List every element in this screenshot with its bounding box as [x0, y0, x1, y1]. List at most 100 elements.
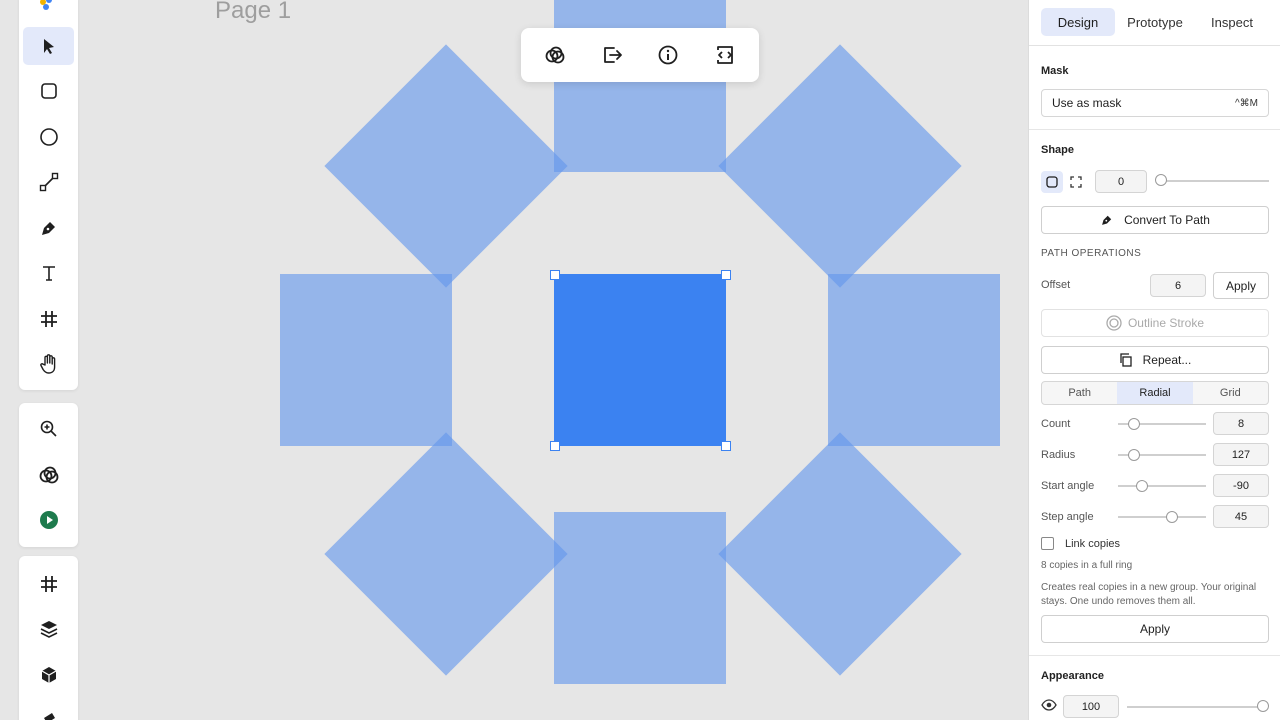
- repeat-mode-segmented: Path Radial Grid: [1041, 381, 1269, 405]
- radial-copy-bottom[interactable]: [554, 512, 726, 684]
- offset-field[interactable]: 6: [1150, 274, 1206, 297]
- start-angle-slider-knob[interactable]: [1136, 480, 1148, 492]
- convert-to-path-label: Convert To Path: [1124, 213, 1210, 227]
- offset-apply-button[interactable]: Apply: [1213, 272, 1269, 299]
- canvas[interactable]: Page 1: [0, 0, 1028, 720]
- hand-tool[interactable]: [23, 345, 74, 383]
- divider: [1029, 129, 1280, 130]
- eye-icon: [1041, 699, 1057, 711]
- frame-tool[interactable]: [23, 300, 74, 338]
- boolean-button[interactable]: [539, 39, 571, 71]
- outline-stroke-icon: [1106, 315, 1122, 331]
- corner-radius-slider[interactable]: [1157, 180, 1269, 182]
- corner-radius-slider-knob[interactable]: [1155, 174, 1167, 186]
- resize-handle-bottom-right[interactable]: [721, 441, 731, 451]
- link-copies-checkbox[interactable]: [1041, 537, 1054, 550]
- opacity-slider[interactable]: [1127, 706, 1263, 708]
- radius-field[interactable]: 127: [1213, 443, 1269, 466]
- corner-individual-toggle[interactable]: [1065, 171, 1087, 193]
- pen-tool[interactable]: [23, 209, 74, 247]
- selected-rectangle[interactable]: [554, 274, 726, 446]
- text-icon: [42, 266, 55, 281]
- layers-tool[interactable]: [23, 610, 74, 648]
- zoom-tool[interactable]: [23, 410, 74, 448]
- repeat-button[interactable]: Repeat...: [1041, 346, 1269, 374]
- offset-label: Offset: [1041, 279, 1071, 291]
- radial-copy-bottom-left[interactable]: [324, 432, 568, 676]
- convert-to-path-button[interactable]: Convert To Path: [1041, 206, 1269, 234]
- properties-panel: Design Prototype Inspect Mask Use as mas…: [1028, 0, 1280, 720]
- pen-icon: [41, 222, 55, 235]
- app-logo: [37, 0, 57, 19]
- step-angle-label: Step angle: [1041, 511, 1094, 523]
- tab-prototype[interactable]: Prototype: [1117, 8, 1193, 36]
- code-button[interactable]: [709, 39, 741, 71]
- tool-rail-tertiary: [19, 556, 78, 720]
- radial-copy-top[interactable]: [554, 0, 726, 172]
- play-tool[interactable]: [23, 501, 74, 539]
- cube-icon: [41, 667, 56, 683]
- repeat-mode-grid[interactable]: Grid: [1193, 382, 1268, 404]
- step-angle-field[interactable]: 45: [1213, 505, 1269, 528]
- zoom-in-icon: [40, 420, 57, 437]
- extra-tool[interactable]: [23, 701, 74, 720]
- start-angle-slider[interactable]: [1118, 485, 1206, 487]
- play-icon: [39, 511, 58, 529]
- ellipse-tool[interactable]: [23, 118, 74, 156]
- pointer-icon: [43, 39, 54, 54]
- rectangle-icon: [40, 83, 57, 99]
- repeat-description: Creates real copies in a new group. Your…: [1041, 582, 1257, 607]
- line-tool[interactable]: [23, 163, 74, 201]
- corner-radius-field[interactable]: 0: [1095, 170, 1147, 193]
- resize-handle-top-left[interactable]: [550, 270, 560, 280]
- radius-slider-knob[interactable]: [1128, 449, 1140, 461]
- ellipse-icon: [39, 128, 58, 146]
- components-tool[interactable]: [23, 656, 74, 694]
- radial-copy-left[interactable]: [280, 274, 452, 446]
- outline-stroke-button[interactable]: Outline Stroke: [1041, 309, 1269, 337]
- tool-rail-primary: [19, 0, 78, 390]
- appearance-section-title: Appearance: [1041, 670, 1104, 682]
- boolean-tool[interactable]: [23, 456, 74, 494]
- grid-tool[interactable]: [23, 565, 74, 603]
- copy-icon: [1119, 353, 1132, 367]
- step-angle-slider-knob[interactable]: [1166, 511, 1178, 523]
- radial-copy-right[interactable]: [828, 274, 1000, 446]
- tab-inspect[interactable]: Inspect: [1195, 8, 1269, 36]
- move-tool[interactable]: [23, 27, 74, 65]
- hash-icon: [40, 576, 57, 592]
- line-icon: [39, 172, 58, 192]
- count-slider-knob[interactable]: [1128, 418, 1140, 430]
- independent-corners-icon: [1070, 176, 1082, 188]
- resize-handle-top-right[interactable]: [721, 270, 731, 280]
- count-field[interactable]: 8: [1213, 412, 1269, 435]
- link-copies-label: Link copies: [1065, 538, 1121, 550]
- count-label: Count: [1041, 418, 1071, 430]
- frame-icon: [40, 311, 57, 327]
- tab-design[interactable]: Design: [1041, 8, 1115, 36]
- visibility-toggle[interactable]: [1041, 698, 1057, 717]
- opacity-field[interactable]: 100: [1063, 695, 1119, 718]
- repeat-apply-button[interactable]: Apply: [1041, 615, 1269, 643]
- radius-label: Radius: [1041, 449, 1076, 461]
- pen-icon: [1102, 215, 1112, 225]
- info-button[interactable]: [652, 39, 684, 71]
- repeat-mode-radial[interactable]: Radial: [1117, 382, 1193, 404]
- opacity-slider-knob[interactable]: [1257, 700, 1269, 712]
- corner-uniform-toggle[interactable]: [1041, 171, 1063, 193]
- boolean-icon: [545, 46, 565, 64]
- rectangle-tool[interactable]: [23, 72, 74, 110]
- floating-toolbar: [521, 28, 759, 82]
- step-angle-slider[interactable]: [1118, 516, 1206, 518]
- export-button[interactable]: [596, 39, 628, 71]
- use-as-mask-label: Use as mask: [1052, 96, 1122, 110]
- radial-copy-bottom-right[interactable]: [718, 432, 962, 676]
- text-tool[interactable]: [23, 254, 74, 292]
- page-title: Page 1: [215, 0, 292, 24]
- resize-handle-bottom-left[interactable]: [550, 441, 560, 451]
- code-icon: [716, 46, 733, 64]
- start-angle-field[interactable]: -90: [1213, 474, 1269, 497]
- mask-shortcut: ^⌘M: [1234, 97, 1258, 109]
- repeat-mode-path[interactable]: Path: [1042, 382, 1117, 404]
- use-as-mask-button[interactable]: Use as mask ^⌘M: [1041, 89, 1269, 117]
